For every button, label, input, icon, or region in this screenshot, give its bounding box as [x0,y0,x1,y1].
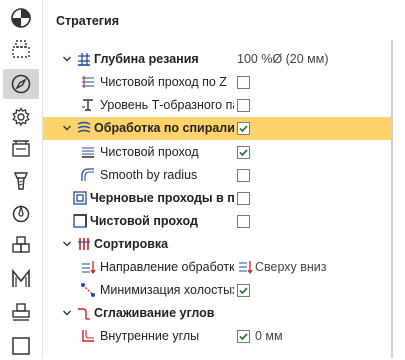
tslot-icon [82,99,93,111]
spiral-finish-icon [82,147,94,158]
inner-corners-value[interactable]: 0 мм [255,329,283,343]
chevron-down-icon[interactable] [62,308,72,318]
tslot-checkbox[interactable] [237,99,250,112]
minimize-row[interactable]: Минимизация холостых ходов [43,279,391,302]
panel-scrollbar[interactable] [391,40,393,358]
spiral-label: Обработка по спирали [94,121,234,135]
spiral-icon [77,121,91,133]
inner-corners-row[interactable]: Внутренние углы 0 мм [43,325,391,348]
inner-corners-label: Внутренние углы [100,329,200,343]
corner-smooth-icon [78,308,90,320]
rough-passes-label: Черновые проходы в плоскости [90,191,234,205]
pie-chart-icon[interactable] [3,3,39,33]
chevron-down-icon[interactable] [62,123,72,133]
direction-value[interactable]: Сверху вниз [255,260,327,274]
inner-corner-icon [82,330,94,342]
blocks-icon[interactable] [3,230,39,260]
depth-row[interactable]: Глубина резания 100 %Ø (20 мм) [43,48,391,71]
smooth-radius-checkbox[interactable] [237,169,250,182]
sorting-label: Сортировка [94,237,169,251]
panel-title: Стратегия [56,14,119,28]
smooth-radius-label: Smooth by radius [100,168,198,182]
minimize-label: Минимизация холостых ходов [100,283,234,297]
sorting-row[interactable]: Сортировка [43,233,391,256]
check-icon [239,149,248,157]
m-letter-icon[interactable] [3,264,39,294]
smooth-radius-icon [81,168,94,181]
finish-pass-checkbox[interactable] [237,215,250,228]
stamp-icon[interactable] [3,297,39,327]
minimize-checkbox[interactable] [237,284,250,297]
chevron-down-icon[interactable] [62,54,72,64]
check-icon [239,333,248,341]
depth-hash-icon [78,53,90,66]
corner-smooth-row[interactable]: Сглаживание углов [43,302,391,325]
spiral-finish-label: Чистовой проход [100,145,199,159]
finish-pass-row[interactable]: Чистовой проход [43,210,391,233]
spiral-finish-checkbox[interactable] [237,146,250,159]
corner-smooth-label: Сглаживание углов [94,306,215,320]
selection-box-icon[interactable] [3,34,39,64]
minimize-icon [81,283,95,297]
tool-drop-icon[interactable] [3,198,39,228]
finish-z-label: Чистовой проход по Z [100,75,227,89]
direction-icon [82,261,96,275]
spiral-finish-row[interactable]: Чистовой проход [43,141,391,164]
direction-label: Направление обработки [100,260,234,274]
finish-pass-icon [73,214,87,228]
rough-passes-icon [73,191,87,205]
spiral-row[interactable]: Обработка по спирали [43,117,391,140]
finish-pass-label: Чистовой проход [90,214,198,228]
finish-z-checkbox[interactable] [237,76,250,89]
smooth-radius-row[interactable]: Smooth by radius [43,164,391,187]
rough-passes-checkbox[interactable] [237,192,250,205]
depth-label: Глубина резания [94,52,199,66]
square-icon[interactable] [3,330,39,360]
tool-holder-icon[interactable] [3,166,39,196]
finish-z-icon [82,76,94,88]
strategy-panel: Стратегия Глубина резания 100 %Ø (20 мм)… [43,0,391,358]
chevron-down-icon[interactable] [62,239,72,249]
compass-icon[interactable] [3,69,39,99]
depth-value[interactable]: 100 %Ø (20 мм) [237,52,329,66]
gear-icon[interactable] [3,102,39,132]
direction-row[interactable]: Направление обработки Сверху вниз [43,256,391,279]
tslot-label: Уровень Т-образного паза [100,98,234,112]
rough-passes-row[interactable]: Черновые проходы в плоскости [43,187,391,210]
tslot-row[interactable]: Уровень Т-образного паза [43,94,391,117]
check-icon [239,287,248,295]
finish-z-row[interactable]: Чистовой проход по Z [43,71,391,94]
spiral-checkbox[interactable] [237,122,250,135]
left-toolbar [0,0,43,358]
sorting-icon [78,238,90,250]
inner-corners-checkbox[interactable] [237,330,250,343]
machine-table-icon[interactable] [3,134,39,164]
top-down-icon [239,261,253,275]
check-icon [239,125,248,133]
